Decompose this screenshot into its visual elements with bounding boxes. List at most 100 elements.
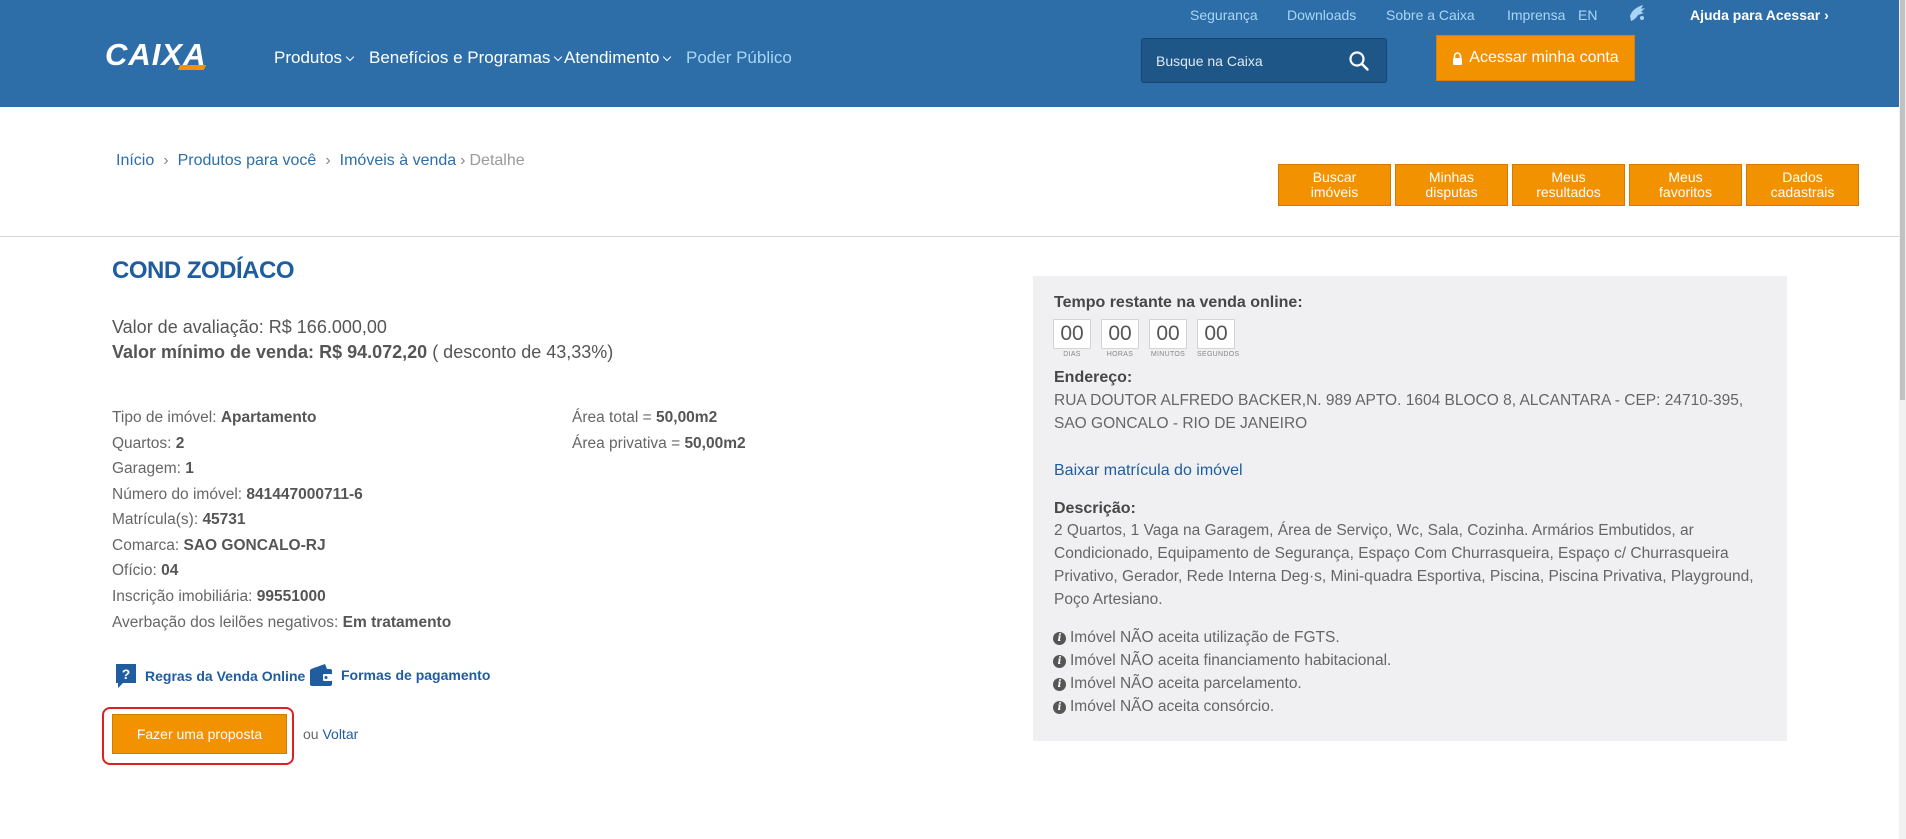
action-label-1: Buscar [1312, 169, 1357, 185]
nav-produtos[interactable]: Produtos [274, 48, 355, 68]
formas-pagamento-link[interactable]: Formas de pagamento [309, 663, 490, 687]
page-scrollbar[interactable] [1899, 0, 1906, 839]
login-button-label: Acessar minha conta [1469, 49, 1619, 66]
nav-atendimento[interactable]: Atendimento [564, 48, 672, 68]
search-input[interactable] [1156, 51, 1346, 71]
chevron-down-icon [345, 52, 355, 62]
top-link-seguranca[interactable]: Segurança [1190, 7, 1258, 23]
timer-seconds: 00 [1197, 319, 1235, 349]
valor-avaliacao-value: R$ 166.000,00 [268, 317, 387, 337]
note-item: i Imóvel NÃO aceita parcelamento. [1053, 675, 1302, 693]
action-label-1: Meus [1551, 169, 1586, 185]
action-label-1: Dados [1782, 169, 1823, 185]
regras-venda-label: Regras da Venda Online [145, 668, 306, 684]
fazer-proposta-button[interactable]: Fazer uma proposta [112, 714, 287, 754]
valor-minimo-label: Valor mínimo de venda: [112, 342, 315, 362]
timer-hours-caption: HORAS [1106, 351, 1134, 358]
action-label-2: disputas [1425, 184, 1478, 200]
detail-label: Averbação dos leilões negativos: [112, 614, 339, 631]
timer-minutes-caption: MINUTOS [1150, 351, 1186, 358]
meus-favoritos-button[interactable]: Meus favoritos [1629, 164, 1742, 206]
timer-minutes: 00 [1149, 319, 1187, 349]
detail-row: Inscrição imobiliária: 99551000 [112, 588, 326, 606]
nav-poder-publico-label: Poder Público [686, 48, 792, 67]
detail-row: Matrícula(s): 45731 [112, 511, 246, 529]
detail-row: Averbação dos leilões negativos: Em trat… [112, 614, 451, 632]
search-box [1141, 38, 1387, 83]
formas-pagamento-label: Formas de pagamento [341, 667, 491, 683]
action-label-2: favoritos [1659, 184, 1712, 200]
detail-row: Comarca: SAO GONCALO-RJ [112, 537, 326, 555]
property-title: COND ZODÍACO [112, 257, 295, 284]
descricao-text: 2 Quartos, 1 Vaga na Garagem, Área de Se… [1054, 522, 1754, 608]
search-icon[interactable] [1348, 50, 1370, 72]
nav-beneficios[interactable]: Benefícios e Programas [369, 48, 563, 68]
detail-label: Ofício: [112, 562, 157, 579]
nav-produtos-label: Produtos [274, 48, 343, 67]
ou-text: ou [303, 726, 319, 742]
dados-cadastrais-button[interactable]: Dados cadastrais [1746, 164, 1859, 206]
breadcrumb-imoveis[interactable]: Imóveis à venda [340, 152, 457, 169]
meus-resultados-button[interactable]: Meus resultados [1512, 164, 1625, 206]
note-item: i Imóvel NÃO aceita financiamento habitac… [1053, 652, 1391, 670]
section-divider [0, 236, 1899, 237]
breadcrumb-inicio[interactable]: Início [116, 152, 154, 169]
note-item: i Imóvel NÃO aceita utilização de FGTS. [1053, 629, 1340, 647]
note-text: Imóvel NÃO aceita financiamento habitaci… [1070, 652, 1392, 669]
detail-row: Quartos: 2 [112, 435, 184, 453]
breadcrumb-separator: › [460, 152, 466, 169]
top-link-sobre[interactable]: Sobre a Caixa [1386, 7, 1475, 23]
detail-label: Garagem: [112, 460, 181, 477]
voltar-link[interactable]: Voltar [322, 726, 358, 742]
action-label-2: cadastrais [1770, 184, 1835, 200]
logo-accent [177, 65, 207, 70]
question-icon: ? [116, 664, 136, 688]
breadcrumb-separator: › [325, 152, 331, 169]
area-row: Área privativa = 50,00m2 [572, 435, 746, 453]
detail-value: 2 [175, 435, 185, 452]
detail-label: Inscrição imobiliária: [112, 588, 253, 605]
detail-row: Tipo de imóvel: Apartamento [112, 409, 316, 427]
info-icon: i [1053, 631, 1066, 645]
timer-days-caption: DIAS [1063, 351, 1081, 358]
breadcrumb-current: Detalhe [469, 152, 525, 169]
breadcrumb-produtos[interactable]: Produtos para você [178, 152, 317, 169]
detail-row: Número do imóvel: 841447000711-6 [112, 486, 363, 504]
detail-value: Apartamento [220, 409, 317, 426]
area-label: Área privativa = [572, 435, 681, 452]
caixa-logo[interactable]: CAIXA [105, 37, 207, 73]
minhas-disputas-button[interactable]: Minhas disputas [1395, 164, 1508, 206]
site-header: Segurança Downloads Sobre a Caixa Impren… [0, 0, 1906, 107]
action-label-1: Minhas [1428, 169, 1475, 185]
login-button[interactable]: Acessar minha conta [1436, 35, 1635, 81]
help-access-link[interactable]: Ajuda para Acessar › [1690, 7, 1829, 23]
top-link-imprensa[interactable]: Imprensa [1507, 7, 1565, 23]
nav-poder-publico[interactable]: Poder Público [686, 48, 792, 68]
info-icon: i [1053, 700, 1066, 714]
detail-label: Quartos: [112, 435, 172, 452]
descricao-label: Descrição: [1054, 500, 1136, 517]
detail-row: Ofício: 04 [112, 562, 178, 580]
sale-info-panel: Tempo restante na venda online: 00 DIAS … [1033, 276, 1787, 741]
detail-value: 45731 [202, 511, 246, 528]
area-row: Área total = 50,00m2 [572, 409, 717, 427]
info-icon: i [1053, 677, 1066, 691]
accessibility-hand-icon[interactable] [1626, 2, 1648, 24]
baixar-matricula-link[interactable]: Baixar matrícula do imóvel [1054, 462, 1243, 480]
action-label-2: resultados [1536, 184, 1601, 200]
scrollbar-thumb[interactable] [1900, 0, 1905, 400]
action-label-1: Meus [1668, 169, 1703, 185]
area-value: 50,00m2 [684, 435, 746, 452]
chevron-down-icon [554, 52, 563, 62]
top-link-downloads[interactable]: Downloads [1287, 7, 1356, 23]
note-item: i Imóvel NÃO aceita consórcio. [1053, 698, 1274, 716]
valor-avaliacao: Valor de avaliação: R$ 166.000,00 [112, 317, 387, 338]
breadcrumb: Início › Produtos para você › Imóveis à vend… [116, 152, 525, 170]
desconto: ( desconto de 43,33%) [432, 342, 614, 362]
regras-venda-link[interactable]: ? Regras da Venda Online [115, 663, 305, 689]
buscar-imoveis-button[interactable]: Buscar imóveis [1278, 164, 1391, 206]
timer-seconds-caption: SEGUNDOS [1197, 351, 1240, 358]
top-link-en[interactable]: EN [1578, 7, 1597, 23]
breadcrumb-separator: › [163, 152, 169, 169]
detail-label: Tipo de imóvel: [112, 409, 217, 426]
